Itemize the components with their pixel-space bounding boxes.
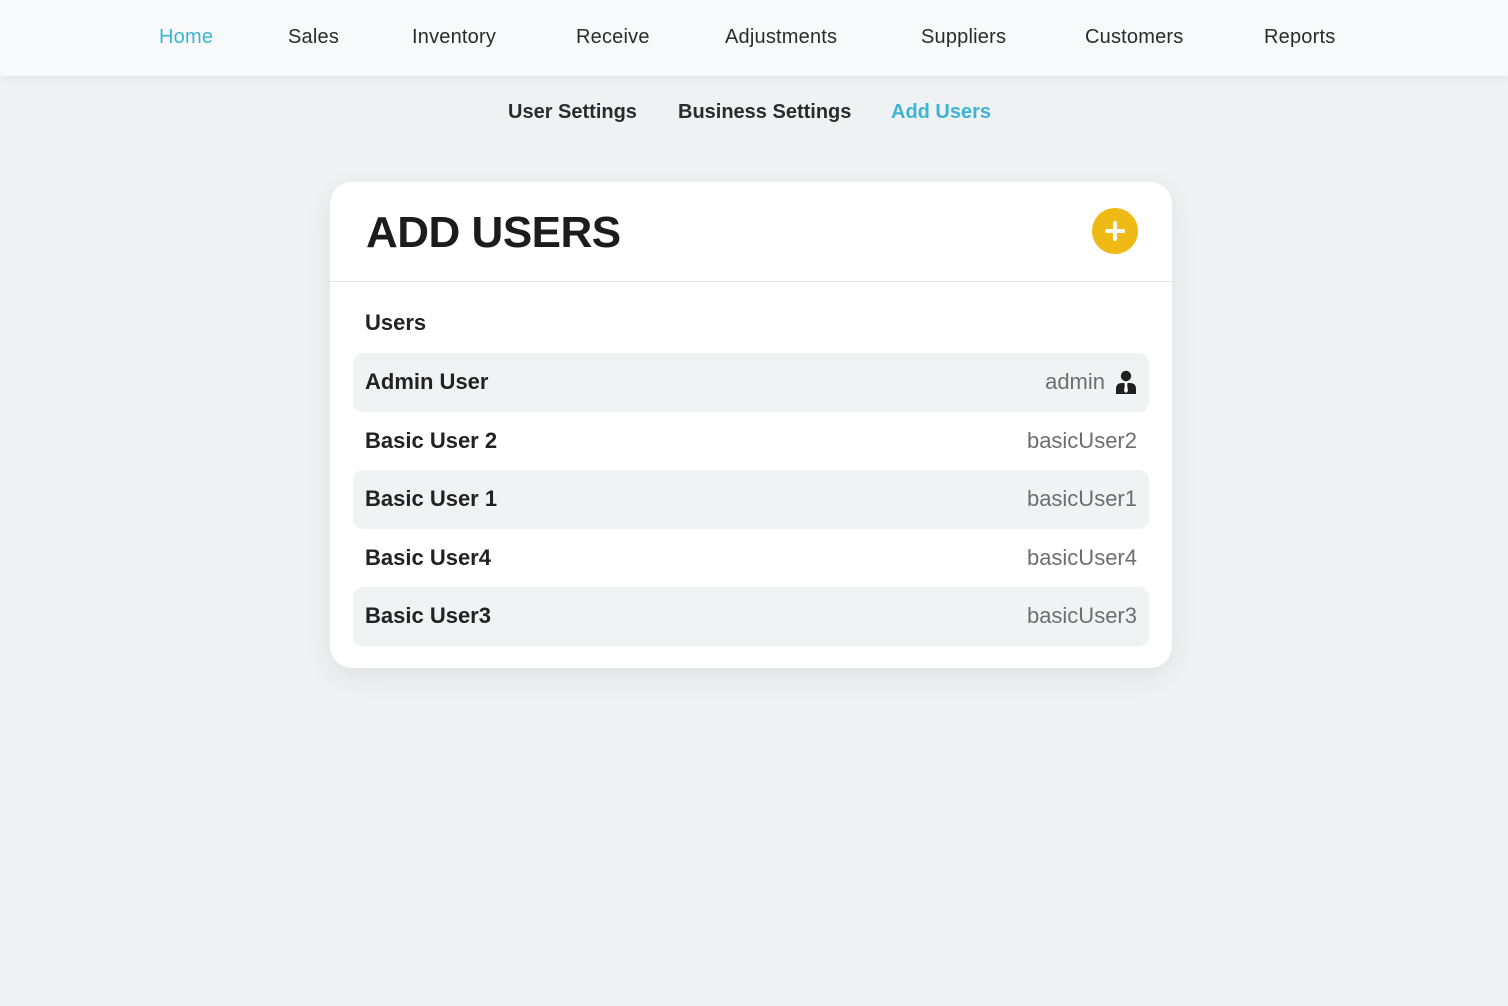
user-row-basic-user-2[interactable]: Basic User 2 basicUser2: [353, 412, 1149, 471]
user-username: basicUser3: [1026, 603, 1137, 628]
top-navigation-bar: Home Sales Inventory Receive Adjustments…: [0, 0, 1508, 76]
nav-item-sales[interactable]: Sales: [288, 26, 339, 49]
user-username: basicUser1: [1026, 486, 1137, 511]
user-name: Admin User: [365, 369, 489, 394]
add-user-button[interactable]: [1092, 208, 1138, 254]
user-name: Basic User 2: [365, 427, 498, 453]
nav-item-inventory[interactable]: Inventory: [412, 26, 496, 49]
subnav-item-business-settings[interactable]: Business Settings: [678, 101, 851, 124]
users-section-label: Users: [365, 310, 427, 335]
card-header: ADD USERS: [330, 182, 1172, 282]
user-username: admin: [1045, 369, 1105, 394]
page-title: ADD USERS: [366, 208, 621, 257]
add-users-card: ADD USERS Users Admin User admin Basic U…: [330, 182, 1172, 668]
nav-item-receive[interactable]: Receive: [576, 26, 650, 49]
user-row-basic-user-1[interactable]: Basic User 1 basicUser1: [353, 470, 1149, 529]
nav-item-home[interactable]: Home: [159, 26, 213, 49]
user-row-basic-user4[interactable]: Basic User4 basicUser4: [353, 529, 1149, 588]
admin-user-icon: [1116, 370, 1136, 394]
nav-item-adjustments[interactable]: Adjustments: [725, 26, 837, 49]
subnav-item-user-settings[interactable]: User Settings: [508, 101, 637, 124]
nav-item-reports[interactable]: Reports: [1264, 26, 1335, 49]
nav-item-suppliers[interactable]: Suppliers: [921, 26, 1006, 49]
user-name: Basic User4: [365, 544, 491, 570]
users-list: Admin User admin Basic User 2 basicUser2…: [353, 353, 1149, 646]
subnav-item-add-users[interactable]: Add Users: [891, 101, 991, 124]
user-name: Basic User 1: [365, 486, 498, 511]
user-username: basicUser4: [1026, 544, 1137, 570]
nav-item-customers[interactable]: Customers: [1085, 26, 1184, 49]
user-row-basic-user3[interactable]: Basic User3 basicUser3: [353, 587, 1149, 646]
user-row-admin[interactable]: Admin User admin: [353, 353, 1149, 412]
user-name: Basic User3: [365, 603, 491, 628]
user-username: basicUser2: [1026, 427, 1137, 453]
